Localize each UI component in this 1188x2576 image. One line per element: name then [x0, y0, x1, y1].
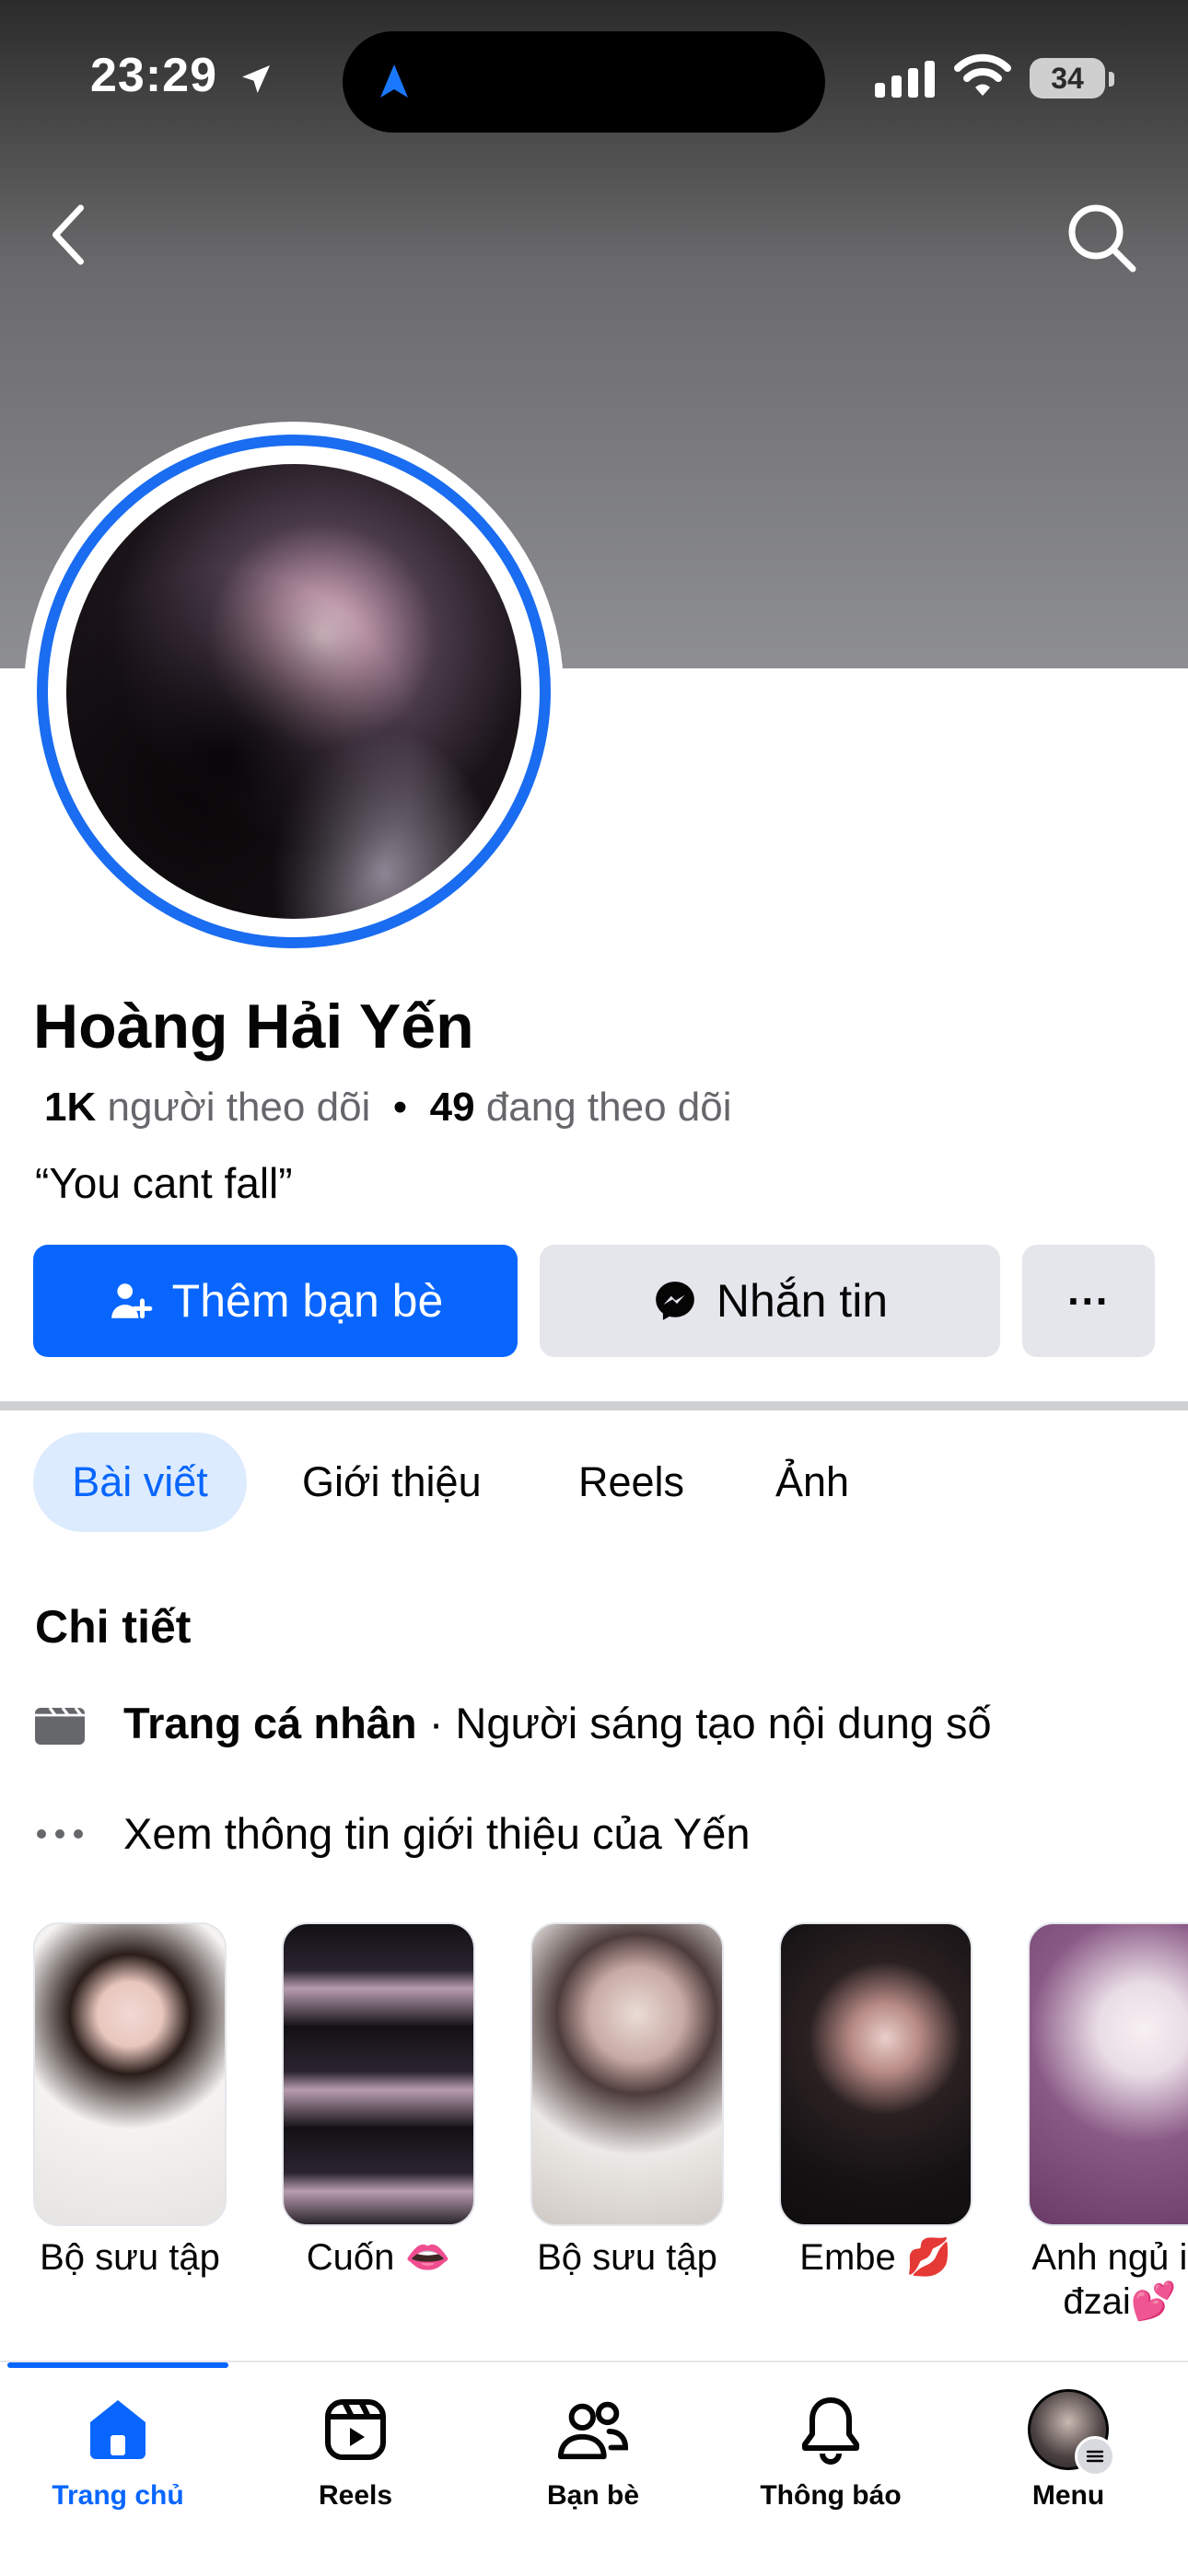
battery-level: 34 [1030, 58, 1105, 99]
page-type-label: Trang cá nhân [123, 1699, 417, 1747]
see-about-label: Xem thông tin giới thiệu của Yến [123, 1809, 751, 1858]
add-friend-icon [111, 1283, 153, 1319]
home-icon [90, 2400, 146, 2459]
bell-icon [802, 2397, 859, 2465]
highlight-item[interactable]: Bộ sưu tập [33, 1922, 227, 2280]
highlight-item[interactable]: Anh ngủ iu đzai💕 [1028, 1922, 1188, 2324]
more-options-button[interactable]: ··· [1022, 1245, 1155, 1357]
followers-label: người theo dõi [107, 1085, 371, 1130]
dynamic-island [343, 31, 825, 133]
highlight-thumbnail [33, 1922, 227, 2226]
menu-hamburger-icon [1075, 2436, 1115, 2477]
tab-photos[interactable]: Ảnh [775, 1433, 849, 1532]
menu-avatar [1028, 2389, 1115, 2477]
nav-friends-label: Bạn bè [546, 2480, 640, 2511]
highlight-thumbnail [530, 1922, 724, 2226]
highlight-item[interactable]: Bộ sưu tập [530, 1922, 724, 2280]
nav-notifications-label: Thông báo [760, 2480, 902, 2511]
nav-friends[interactable]: Bạn bè [483, 2388, 704, 2512]
tab-about[interactable]: Giới thiệu [302, 1433, 482, 1532]
back-arrow-icon[interactable] [41, 203, 96, 267]
highlight-thumbnail [282, 1922, 475, 2226]
status-bar: 23:29 34 [0, 0, 1188, 157]
profile-avatar[interactable] [24, 422, 564, 961]
nav-notifications[interactable]: Thông báo [720, 2388, 941, 2512]
messenger-icon [656, 1282, 694, 1320]
avatar-photo-shading [66, 464, 521, 919]
highlight-caption: Bộ sưu tập [40, 2237, 220, 2278]
location-arrow-icon [242, 65, 270, 93]
nav-menu-label: Menu [1031, 2480, 1105, 2511]
bottom-nav: Trang chủ Reels Bạn bè Thông báo Menu [0, 2361, 1188, 2576]
highlight-item[interactable]: Embe 💋 [779, 1922, 973, 2280]
follow-stats[interactable]: 1K người theo dõi • 49 đang theo dõi [44, 1085, 732, 1131]
status-time: 23:29 [90, 49, 217, 102]
highlight-caption: Bộ sưu tập [537, 2237, 717, 2278]
nav-home-label: Trang chủ [52, 2480, 184, 2511]
battery-tip [1109, 72, 1114, 87]
highlight-item[interactable]: Cuốn 👄 [282, 1922, 475, 2280]
message-button[interactable]: Nhắn tin [540, 1245, 1000, 1357]
see-about-row[interactable]: Xem thông tin giới thiệu của Yến [33, 1808, 751, 1859]
add-friend-label: Thêm bạn bè [171, 1275, 444, 1327]
profile-name: Hoàng Hải Yến [33, 992, 474, 1062]
stats-separator: • [392, 1085, 408, 1130]
active-tab-indicator [7, 2362, 228, 2368]
following-count: 49 [429, 1085, 475, 1130]
nav-home[interactable]: Trang chủ [7, 2388, 228, 2512]
highlight-caption: Cuốn 👄 [306, 2237, 451, 2278]
nav-reels[interactable]: Reels [245, 2388, 466, 2512]
section-divider [0, 1401, 1188, 1410]
details-title: Chi tiết [35, 1601, 192, 1653]
nav-reels-label: Reels [318, 2480, 393, 2511]
following-label: đang theo dõi [485, 1085, 732, 1130]
cellular-signal-icon [875, 61, 935, 98]
search-icon[interactable] [1065, 201, 1138, 274]
page-type-category: · Người sáng tạo nội dung số [416, 1699, 992, 1747]
highlight-caption: Embe 💋 [799, 2237, 952, 2278]
add-friend-button[interactable]: Thêm bạn bè [33, 1245, 518, 1357]
navigation-arrow-icon [380, 64, 408, 98]
more-dots-icon [37, 1828, 83, 1839]
reels-icon [325, 2399, 386, 2460]
friends-icon [557, 2401, 629, 2460]
highlight-thumbnail [1028, 1922, 1188, 2226]
page-type-row: Trang cá nhân · Người sáng tạo nội dung … [33, 1698, 992, 1748]
tab-reels[interactable]: Reels [578, 1433, 684, 1532]
nav-menu[interactable]: Menu [958, 2388, 1179, 2512]
wifi-icon [954, 53, 1011, 96]
highlight-thumbnail [779, 1922, 973, 2226]
clapperboard-icon [35, 1706, 85, 1745]
followers-count: 1K [44, 1085, 97, 1130]
highlight-caption: Anh ngủ iu đzai💕 [1031, 2237, 1188, 2322]
message-label: Nhắn tin [716, 1275, 889, 1327]
tab-posts[interactable]: Bài viết [33, 1433, 247, 1532]
profile-bio: “You cant fall” [35, 1159, 293, 1207]
